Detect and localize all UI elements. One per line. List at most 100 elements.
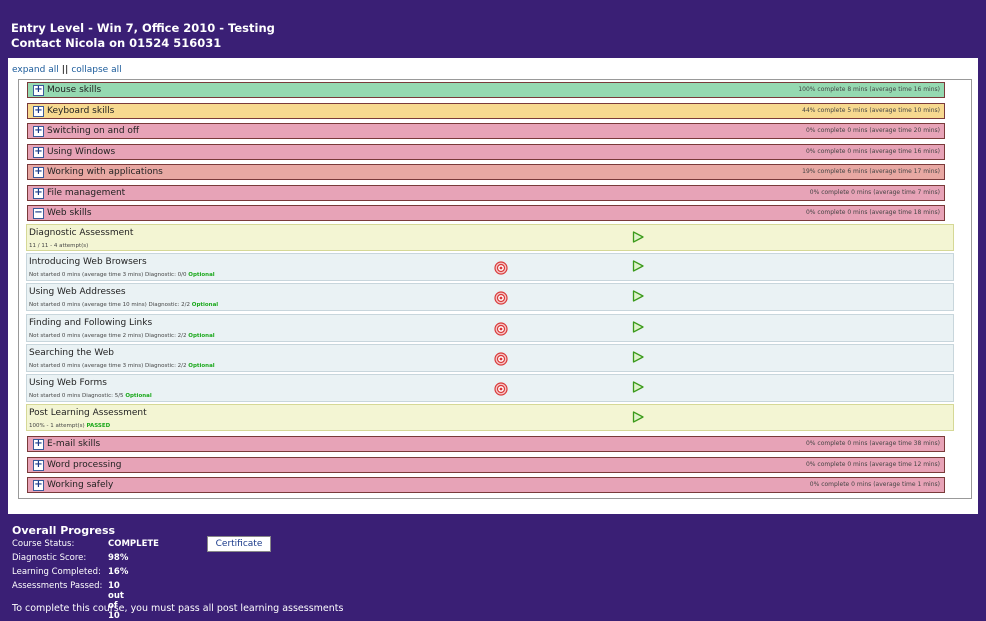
module-name: Mouse skills <box>47 85 102 95</box>
lesson-row-using-web-forms: Using Web Forms Not started 0 mins Diagno… <box>26 374 954 402</box>
course-title: Entry Level - Win 7, Office 2010 - Testi… <box>11 21 275 35</box>
module-stats: 0% complete 0 mins (average time 12 mins… <box>805 461 940 468</box>
module-row-switching-on-and-off[interactable]: + Switching on and off 0% complete 0 mins … <box>27 123 945 139</box>
passed-label: PASSED <box>86 423 111 429</box>
module-name: E-mail skills <box>47 439 101 449</box>
module-row-working-with-applications[interactable]: + Working with applications 19% complete 6… <box>27 164 945 180</box>
lesson-meta: Not started 0 mins Diagnostic: 5/5 Optio… <box>29 393 152 399</box>
course-status-value: COMPLETE <box>108 539 159 549</box>
play-icon[interactable] <box>632 290 644 302</box>
target-icon[interactable] <box>494 261 508 275</box>
module-name: Keyboard skills <box>47 106 115 116</box>
lesson-meta: Not started 0 mins (average time 3 mins)… <box>29 272 215 278</box>
play-icon[interactable] <box>632 381 644 393</box>
lesson-row-introducing-web-browsers: Introducing Web Browsers Not started 0 mi… <box>26 253 954 281</box>
play-icon[interactable] <box>632 411 644 423</box>
lesson-row-finding-and-following-links: Finding and Following Links Not started 0… <box>26 314 954 342</box>
module-row-file-management[interactable]: + File management 0% complete 0 mins (aver… <box>27 185 945 201</box>
module-row-working-safely[interactable]: + Working safely 0% complete 0 mins (avera… <box>27 477 945 493</box>
module-name: Web skills <box>47 208 92 218</box>
learning-completed-value: 16% <box>108 567 129 577</box>
link-separator: || <box>61 65 69 75</box>
expand-icon[interactable]: + <box>33 126 44 137</box>
module-stats: 19% complete 6 mins (average time 17 min… <box>802 168 940 175</box>
optional-label: Optional <box>125 393 152 399</box>
target-icon[interactable] <box>494 382 508 396</box>
module-stats: 0% complete 0 mins (average time 38 mins… <box>805 440 940 447</box>
expand-icon[interactable]: + <box>33 480 44 491</box>
module-name: Working safely <box>47 480 114 490</box>
expand-icon[interactable]: + <box>33 147 44 158</box>
module-stats: 0% complete 0 mins (average time 16 mins… <box>805 148 940 155</box>
module-stats: 0% complete 0 mins (average time 18 mins… <box>805 209 940 216</box>
assessment-row-post-learning-assessment: Post Learning Assessment 100% - 1 attempt… <box>26 404 954 431</box>
expand-icon[interactable]: + <box>33 460 44 471</box>
optional-label: Optional <box>188 333 215 339</box>
diagnostic-score-label: Diagnostic Score: <box>12 553 87 563</box>
expand-icon[interactable]: + <box>33 188 44 199</box>
assessments-passed-label: Assessments Passed: <box>12 581 103 591</box>
play-icon[interactable] <box>632 231 644 243</box>
expand-icon[interactable]: + <box>33 106 44 117</box>
lesson-meta: 11 / 11 - 4 attempt(s) <box>29 243 88 249</box>
module-row-word-processing[interactable]: + Word processing 0% complete 0 mins (aver… <box>27 457 945 473</box>
lesson-meta-text: Not started 0 mins (average time 10 mins… <box>29 302 192 308</box>
expand-icon[interactable]: + <box>33 439 44 450</box>
play-icon[interactable] <box>632 260 644 272</box>
lesson-title: Diagnostic Assessment <box>29 228 134 238</box>
diagnostic-score-value: 98% <box>108 553 129 563</box>
expand-icon[interactable]: + <box>33 85 44 96</box>
lesson-title: Introducing Web Browsers <box>29 257 147 267</box>
completion-note: To complete this course, you must pass a… <box>12 603 344 614</box>
module-stats: 0% complete 0 mins (average time 20 mins… <box>805 127 940 134</box>
module-row-e-mail-skills[interactable]: + E-mail skills 0% complete 0 mins (averag… <box>27 436 945 452</box>
expand-collapse-controls: expand all || collapse all <box>12 65 122 75</box>
target-icon[interactable] <box>494 291 508 305</box>
lesson-meta-text: Not started 0 mins (average time 3 mins)… <box>29 272 189 278</box>
lesson-title: Searching the Web <box>29 348 114 358</box>
assessments-passed-value: 10 out of 10 <box>108 581 124 621</box>
lesson-title: Using Web Forms <box>29 378 107 388</box>
optional-label: Optional <box>188 363 215 369</box>
lesson-row-searching-the-web: Searching the Web Not started 0 mins (ave… <box>26 344 954 372</box>
lesson-meta: Not started 0 mins (average time 10 mins… <box>29 302 218 308</box>
lesson-meta: 100% - 1 attempt(s) PASSED <box>29 423 110 429</box>
collapse-all-link[interactable]: collapse all <box>71 65 121 75</box>
assessment-row-diagnostic-assessment: Diagnostic Assessment 11 / 11 - 4 attempt… <box>26 224 954 251</box>
lesson-title: Using Web Addresses <box>29 287 126 297</box>
expand-icon[interactable]: + <box>33 167 44 178</box>
module-stats: 100% complete 8 mins (average time 16 mi… <box>798 86 940 93</box>
expand-all-link[interactable]: expand all <box>12 65 59 75</box>
lesson-meta-text: Not started 0 mins Diagnostic: 5/5 <box>29 393 126 399</box>
module-name: Switching on and off <box>47 126 140 136</box>
lesson-meta-text: Not started 0 mins (average time 2 mins)… <box>29 333 189 339</box>
lesson-title: Finding and Following Links <box>29 318 153 328</box>
lesson-title: Post Learning Assessment <box>29 408 147 418</box>
learning-completed-label: Learning Completed: <box>12 567 101 577</box>
play-icon[interactable] <box>632 351 644 363</box>
lesson-meta-text: 100% - 1 attempt(s) <box>29 423 87 429</box>
module-name: Using Windows <box>47 147 116 157</box>
certificate-button[interactable]: Certificate <box>207 536 271 552</box>
play-icon[interactable] <box>632 321 644 333</box>
module-name: File management <box>47 188 126 198</box>
module-row-using-windows[interactable]: + Using Windows 0% complete 0 mins (averag… <box>27 144 945 160</box>
lesson-meta: Not started 0 mins (average time 2 mins)… <box>29 333 215 339</box>
target-icon[interactable] <box>494 322 508 336</box>
module-row-web-skills[interactable]: − Web skills 0% complete 0 mins (average t… <box>27 205 945 221</box>
course-header: Entry Level - Win 7, Office 2010 - Testi… <box>0 0 986 58</box>
target-icon[interactable] <box>494 352 508 366</box>
overall-progress-heading: Overall Progress <box>12 524 116 537</box>
lesson-meta-text: 11 / 11 - 4 attempt(s) <box>29 243 89 249</box>
module-stats: 0% complete 0 mins (average time 1 mins) <box>809 481 940 488</box>
module-row-keyboard-skills[interactable]: + Keyboard skills 44% complete 5 mins (ave… <box>27 103 945 119</box>
module-stats: 44% complete 5 mins (average time 10 min… <box>802 107 940 114</box>
optional-label: Optional <box>188 272 215 278</box>
module-name: Word processing <box>47 460 122 470</box>
optional-label: Optional <box>191 302 219 308</box>
module-stats: 0% complete 0 mins (average time 7 mins) <box>809 189 940 196</box>
lesson-meta: Not started 0 mins (average time 3 mins)… <box>29 363 215 369</box>
lesson-meta-text: Not started 0 mins (average time 3 mins)… <box>29 363 189 369</box>
module-row-mouse-skills[interactable]: + Mouse skills 100% complete 8 mins (avera… <box>27 82 945 98</box>
collapse-icon[interactable]: − <box>33 208 44 219</box>
